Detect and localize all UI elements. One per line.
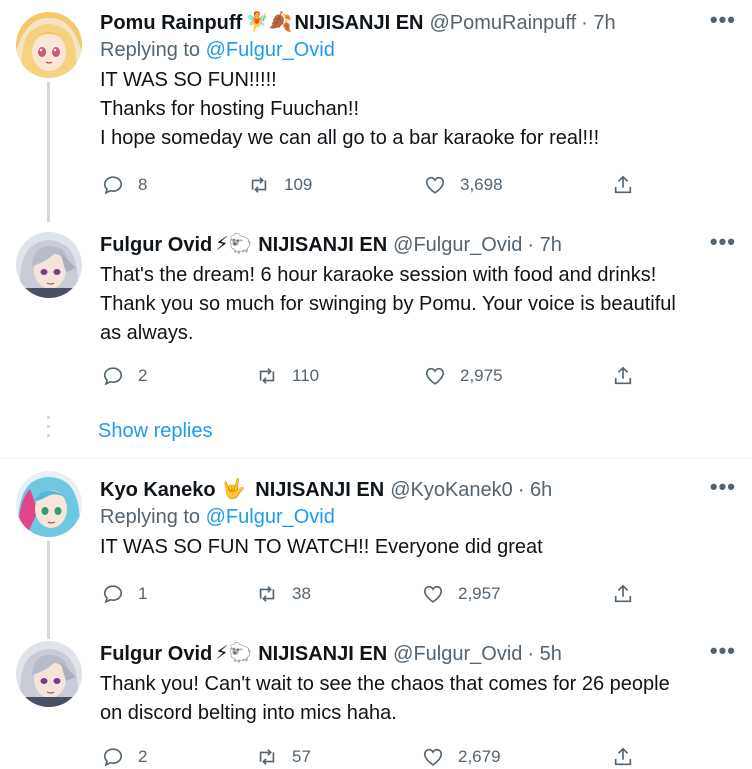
name-emoji: 🧚🍂 bbox=[245, 12, 293, 33]
thread-line bbox=[47, 210, 50, 222]
like-button[interactable]: 2,957 bbox=[422, 583, 501, 605]
tweet-header: Kyo Kaneko 🤟 NIJISANJI EN @KyoKanek0 · 6… bbox=[100, 477, 736, 503]
more-options-button[interactable]: ••• bbox=[710, 231, 736, 253]
thread-line bbox=[47, 541, 50, 629]
org-name[interactable]: NIJISANJI EN bbox=[255, 477, 384, 503]
replying-to-label: Replying to bbox=[100, 39, 206, 61]
share-button[interactable] bbox=[612, 583, 634, 605]
more-options-button[interactable]: ••• bbox=[710, 640, 736, 662]
thread-line bbox=[47, 629, 50, 639]
replying-to-link[interactable]: @Fulgur_Ovid bbox=[206, 506, 335, 528]
retweet-button[interactable]: 110 bbox=[256, 365, 319, 387]
retweet-button[interactable]: 38 bbox=[256, 583, 311, 605]
name-emoji: 🤟 bbox=[221, 479, 246, 500]
replying-to: Replying to @Fulgur_Ovid bbox=[100, 503, 736, 533]
replying-to-link[interactable]: @Fulgur_Ovid bbox=[206, 39, 335, 61]
retweet-button[interactable]: 109 bbox=[248, 174, 312, 196]
display-name[interactable]: Pomu Rainpuff bbox=[100, 10, 242, 36]
share-button[interactable] bbox=[612, 746, 634, 768]
retweet-icon bbox=[259, 368, 275, 384]
reply-icon bbox=[103, 585, 123, 604]
retweet-count: 57 bbox=[292, 747, 311, 766]
share-button[interactable] bbox=[612, 174, 634, 196]
org-name[interactable]: NIJISANJI EN bbox=[295, 10, 424, 36]
avatar-pomu[interactable] bbox=[16, 12, 82, 78]
tweet-actions: 8 109 3,698 bbox=[100, 174, 640, 198]
share-button[interactable] bbox=[612, 365, 634, 387]
like-count: 3,698 bbox=[460, 175, 503, 194]
retweet-icon bbox=[259, 586, 275, 602]
retweet-count: 110 bbox=[292, 366, 320, 385]
display-name[interactable]: Fulgur Ovid bbox=[100, 232, 212, 258]
thread-continuation-dots bbox=[47, 416, 50, 442]
reply-button[interactable]: 2 bbox=[102, 746, 147, 768]
tweet-actions: 2 110 2,975 bbox=[100, 365, 640, 389]
tweet-text: IT WAS SO FUN TO WATCH!! Everyone did gr… bbox=[100, 536, 543, 558]
tweet-fulgur-2[interactable]: Fulgur Ovid ⚡🐑 NIJISANJI EN @Fulgur_Ovid… bbox=[0, 629, 752, 769]
reply-button[interactable]: 2 bbox=[102, 365, 147, 387]
reply-count: 1 bbox=[138, 584, 148, 603]
like-button[interactable]: 3,698 bbox=[424, 174, 503, 196]
org-name[interactable]: NIJISANJI EN bbox=[258, 641, 387, 667]
like-button[interactable]: 2,679 bbox=[422, 746, 501, 768]
reply-icon bbox=[103, 367, 123, 386]
share-icon bbox=[614, 747, 632, 766]
timestamp[interactable]: · 6h bbox=[518, 477, 552, 503]
retweet-count: 109 bbox=[284, 175, 313, 194]
avatar-fulgur[interactable] bbox=[16, 641, 82, 707]
name-emoji: ⚡🐑 bbox=[215, 234, 253, 255]
avatar-fulgur[interactable] bbox=[16, 232, 82, 298]
handle[interactable]: @KyoKanek0 bbox=[390, 477, 513, 503]
heart-icon bbox=[425, 367, 445, 385]
heart-icon bbox=[423, 748, 443, 766]
share-icon bbox=[614, 366, 632, 385]
like-count: 2,975 bbox=[460, 366, 503, 385]
heart-icon bbox=[425, 176, 445, 194]
org-name[interactable]: NIJISANJI EN bbox=[258, 232, 387, 258]
share-icon bbox=[614, 584, 632, 603]
display-name[interactable]: Fulgur Ovid bbox=[100, 641, 212, 667]
replying-to: Replying to @Fulgur_Ovid bbox=[100, 36, 736, 66]
tweet-header: Fulgur Ovid ⚡🐑 NIJISANJI EN @Fulgur_Ovid… bbox=[100, 641, 736, 667]
like-button[interactable]: 2,975 bbox=[424, 365, 503, 387]
reply-button[interactable]: 1 bbox=[102, 583, 147, 605]
retweet-button[interactable]: 57 bbox=[256, 746, 311, 768]
timestamp[interactable]: · 7h bbox=[581, 10, 615, 36]
thread-line bbox=[47, 82, 50, 210]
tweet-header: Pomu Rainpuff 🧚🍂 NIJISANJI EN @PomuRainp… bbox=[100, 10, 736, 36]
replying-to-label: Replying to bbox=[100, 506, 206, 528]
more-options-button[interactable]: ••• bbox=[710, 476, 736, 498]
show-replies-link[interactable]: Show replies bbox=[98, 418, 213, 444]
more-options-button[interactable]: ••• bbox=[710, 9, 736, 31]
like-count: 2,957 bbox=[458, 584, 501, 603]
reply-count: 2 bbox=[138, 747, 148, 766]
handle[interactable]: @PomuRainpuff bbox=[429, 10, 576, 36]
reply-icon bbox=[103, 176, 123, 195]
tweet-actions: 1 38 2,957 bbox=[100, 583, 640, 607]
timestamp[interactable]: · 7h bbox=[527, 232, 561, 258]
tweet-kyo[interactable]: Kyo Kaneko 🤟 NIJISANJI EN @KyoKanek0 · 6… bbox=[0, 459, 752, 629]
tweet-pomu[interactable]: Pomu Rainpuff 🧚🍂 NIJISANJI EN @PomuRainp… bbox=[0, 0, 752, 210]
reply-button[interactable]: 8 bbox=[102, 174, 147, 196]
handle[interactable]: @Fulgur_Ovid bbox=[393, 641, 522, 667]
tweet-actions: 2 57 2,679 bbox=[100, 746, 640, 769]
avatar-kyo[interactable] bbox=[16, 471, 82, 537]
name-emoji: ⚡🐑 bbox=[215, 643, 253, 664]
retweet-icon bbox=[259, 749, 275, 765]
tweet-text: That's the dream! 6 hour karaoke session… bbox=[100, 264, 676, 344]
like-count: 2,679 bbox=[458, 747, 501, 766]
tweet-text: IT WAS SO FUN!!!!! Thanks for hosting Fu… bbox=[100, 69, 600, 149]
heart-icon bbox=[423, 585, 443, 603]
reply-icon bbox=[103, 748, 123, 767]
retweet-icon bbox=[251, 177, 267, 193]
reply-count: 2 bbox=[138, 366, 148, 385]
reply-count: 8 bbox=[138, 175, 148, 194]
share-icon bbox=[614, 175, 632, 194]
timestamp[interactable]: · 5h bbox=[527, 641, 561, 667]
handle[interactable]: @Fulgur_Ovid bbox=[393, 232, 522, 258]
tweet-header: Fulgur Ovid ⚡🐑 NIJISANJI EN @Fulgur_Ovid… bbox=[100, 232, 736, 258]
retweet-count: 38 bbox=[292, 584, 311, 603]
display-name[interactable]: Kyo Kaneko bbox=[100, 477, 216, 503]
tweet-text: Thank you! Can't wait to see the chaos t… bbox=[100, 673, 670, 724]
